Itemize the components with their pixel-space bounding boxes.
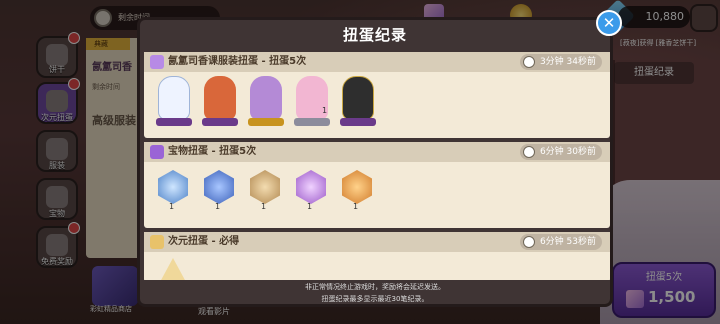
treasure-reward[interactable]: 1: [158, 170, 188, 211]
record-item: 宝物扭蛋 - 扭蛋5次 6分钟 30秒前 1 1 1 1 1: [144, 142, 610, 228]
clock-icon: [522, 236, 535, 248]
record-rewards: 1 1 1 1 1: [144, 162, 610, 224]
reward-count: 1: [215, 202, 221, 211]
record-list[interactable]: 氤氲司香课服装扭蛋 - 扭蛋5次 3分钟 34秒前 1 宝物扭蛋 - 扭蛋5次 …: [144, 52, 610, 280]
record-item: 氤氲司香课服装扭蛋 - 扭蛋5次 3分钟 34秒前 1: [144, 52, 610, 138]
footer-note-limit: 扭蛋纪录最多显示最近30笔纪录。: [321, 295, 429, 303]
cookie-reward[interactable]: 1: [292, 76, 332, 130]
record-header: 次元扭蛋 - 必得 6分钟 53秒前: [144, 232, 610, 252]
treasure-gacha-icon: [150, 145, 164, 159]
treasure-reward[interactable]: 1: [204, 170, 234, 211]
treasure-reward[interactable]: 1: [250, 170, 280, 211]
cookie-figure: [250, 76, 282, 120]
cookie-reward[interactable]: [200, 76, 240, 130]
cookie-reward[interactable]: [338, 76, 378, 130]
record-rewards: [144, 252, 610, 280]
reward-count: 1: [261, 202, 267, 211]
record-time: 6分钟 53秒前: [519, 234, 602, 250]
record-time: 6分钟 30秒前: [519, 144, 602, 160]
reward-count: 1: [169, 202, 175, 211]
treasure-icon: [204, 170, 234, 204]
cookie-reward[interactable]: [160, 258, 186, 280]
treasure-icon: [158, 170, 188, 204]
record-time-text: 6分钟 53秒前: [539, 237, 596, 247]
record-time: 3分钟 34秒前: [519, 54, 602, 70]
close-button[interactable]: ✕: [596, 10, 622, 36]
treasure-reward[interactable]: 1: [342, 170, 372, 211]
cookie-reward[interactable]: [154, 76, 194, 130]
cookie-plate: [202, 118, 238, 126]
footer-note-delay: 非正常情况终止游戏时，奖励将会延迟发送。: [305, 283, 445, 291]
treasure-icon: [342, 170, 372, 204]
cookie-plate: [340, 118, 376, 126]
treasure-icon: [296, 170, 326, 204]
modal-title: 扭蛋纪录: [342, 26, 407, 44]
reward-count: 1: [307, 202, 313, 211]
cookie-figure: [342, 76, 374, 120]
record-title: 宝物扭蛋 - 扭蛋5次: [168, 146, 257, 157]
clock-icon: [522, 146, 535, 158]
cookie-figure: [158, 76, 190, 120]
record-time-text: 3分钟 34秒前: [539, 57, 596, 67]
record-header: 氤氲司香课服装扭蛋 - 扭蛋5次 3分钟 34秒前: [144, 52, 610, 72]
cookie-plate: [248, 118, 284, 126]
gacha-record-modal: 扭蛋纪录 氤氲司香课服装扭蛋 - 扭蛋5次 3分钟 34秒前 1 宝物扭蛋 - …: [137, 17, 613, 307]
treasure-icon: [250, 170, 280, 204]
reward-count: 1: [353, 202, 359, 211]
reward-count: 1: [322, 106, 328, 115]
record-item: 次元扭蛋 - 必得 6分钟 53秒前: [144, 232, 610, 280]
record-rewards: 1: [144, 72, 610, 134]
clock-icon: [522, 56, 535, 68]
record-time-text: 6分钟 30秒前: [539, 147, 596, 157]
dimension-gacha-icon: [150, 235, 164, 249]
record-header: 宝物扭蛋 - 扭蛋5次 6分钟 30秒前: [144, 142, 610, 162]
cookie-plate: [294, 118, 330, 126]
treasure-reward[interactable]: 1: [296, 170, 326, 211]
record-title: 氤氲司香课服装扭蛋 - 扭蛋5次: [168, 56, 307, 67]
cookie-reward[interactable]: [246, 76, 286, 130]
record-title: 次元扭蛋 - 必得: [168, 236, 240, 247]
costume-gacha-icon: [150, 55, 164, 69]
cookie-plate: [156, 118, 192, 126]
cookie-figure: [204, 76, 236, 120]
